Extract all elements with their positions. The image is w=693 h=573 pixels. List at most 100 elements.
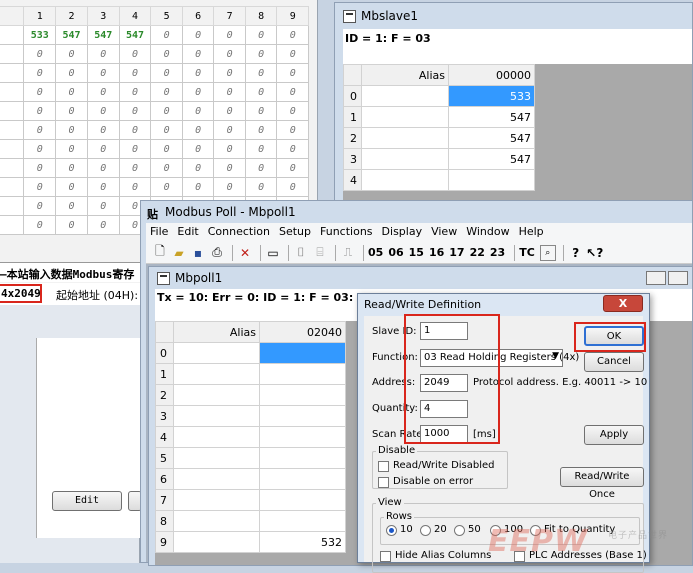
function-16-button[interactable]: 16 (429, 246, 444, 259)
grid-cell[interactable]: 0 (150, 63, 183, 83)
disconnect-icon[interactable]: ⌸ (312, 245, 328, 261)
grid-cell[interactable] (0, 44, 25, 64)
grid-cell[interactable]: 0 (55, 44, 88, 64)
grid-cell[interactable]: 0 (118, 44, 152, 64)
alias-cell[interactable] (173, 510, 260, 532)
grid-cell[interactable]: 0 (150, 120, 183, 140)
grid-cell[interactable]: 0 (86, 139, 120, 159)
grid-cell[interactable]: 547 (86, 25, 120, 45)
alias-cell[interactable] (173, 342, 260, 364)
alias-cell[interactable] (173, 426, 260, 448)
menu-file[interactable]: File (150, 225, 168, 242)
menu-connection[interactable]: Connection (208, 225, 270, 242)
grid-cell[interactable]: 0 (55, 158, 88, 178)
close-button[interactable]: X (603, 295, 643, 312)
grid-cell[interactable]: 0 (23, 139, 57, 159)
value-cell[interactable] (259, 342, 346, 364)
grid-cell[interactable]: 0 (213, 139, 246, 159)
function-17-button[interactable]: 17 (449, 246, 464, 259)
grid-cell[interactable]: 0 (23, 44, 57, 64)
mbpoll1-title-bar[interactable]: Mbpoll1 (149, 267, 692, 289)
grid-cell[interactable]: 0 (118, 120, 152, 140)
grid-cell[interactable]: 0 (55, 177, 88, 197)
grid-cell[interactable] (0, 101, 25, 121)
grid-cell[interactable]: 0 (276, 101, 309, 121)
grid-cell[interactable]: 0 (276, 120, 309, 140)
grid-cell[interactable]: 0 (55, 101, 88, 121)
grid-cell[interactable]: 0 (181, 139, 215, 159)
grid-cell[interactable]: 0 (213, 25, 246, 45)
grid-cell[interactable]: 0 (23, 177, 57, 197)
grid-cell[interactable]: 0 (55, 63, 88, 83)
grid-cell[interactable]: 0 (244, 63, 278, 83)
print-icon[interactable]: ⎙ (209, 245, 225, 261)
grid-cell[interactable]: 0 (86, 158, 120, 178)
grid-cell[interactable]: 0 (118, 101, 152, 121)
grid-cell[interactable]: 0 (55, 120, 88, 140)
function-15-button[interactable]: 15 (409, 246, 424, 259)
context-help-icon[interactable]: ↖? (586, 245, 603, 261)
grid-cell[interactable]: 0 (276, 158, 309, 178)
grid-cell[interactable]: 0 (181, 44, 215, 64)
grid-cell[interactable]: 0 (86, 196, 120, 216)
grid-cell[interactable]: 0 (23, 120, 57, 140)
grid-cell[interactable]: 0 (55, 139, 88, 159)
grid-cell[interactable]: 0 (150, 177, 183, 197)
grid-cell[interactable]: 0 (244, 139, 278, 159)
grid-cell[interactable]: 0 (276, 25, 309, 45)
grid-cell[interactable]: 0 (181, 158, 215, 178)
grid-cell[interactable]: 0 (118, 158, 152, 178)
rows-20-radio[interactable] (420, 525, 431, 536)
mbpoll-title-bar[interactable]: 贴 Modbus Poll - Mbpoll1 (141, 201, 692, 223)
window-icon[interactable]: ▭ (265, 245, 281, 261)
grid-cell[interactable] (0, 120, 25, 140)
grid-cell[interactable]: 0 (150, 139, 183, 159)
grid-cell[interactable]: 0 (181, 82, 215, 102)
grid-cell[interactable]: 0 (23, 82, 57, 102)
grid-cell[interactable]: 0 (86, 215, 120, 235)
edit-button[interactable]: Edit (52, 491, 122, 511)
grid-cell[interactable]: 0 (213, 158, 246, 178)
alias-cell[interactable] (173, 384, 260, 406)
grid-cell[interactable]: 0 (244, 158, 278, 178)
grid-cell[interactable]: 0 (55, 82, 88, 102)
minimize-button[interactable] (646, 271, 666, 285)
menu-view[interactable]: View (431, 225, 457, 242)
grid-cell[interactable]: 0 (150, 158, 183, 178)
grid-cell[interactable]: 0 (213, 44, 246, 64)
read-write-disabled-checkbox[interactable] (378, 461, 389, 472)
value-cell[interactable] (259, 489, 346, 511)
grid-cell[interactable] (0, 158, 25, 178)
alias-cell[interactable] (173, 405, 260, 427)
rows-50-radio[interactable] (454, 525, 465, 536)
grid-cell[interactable]: 0 (86, 44, 120, 64)
grid-cell[interactable] (0, 25, 25, 45)
grid-cell[interactable]: 0 (55, 196, 88, 216)
grid-cell[interactable]: 0 (213, 82, 246, 102)
dialog-title-bar[interactable]: Read/Write Definition X (358, 294, 649, 316)
mbslave-title-bar[interactable]: Mbslave1 (335, 3, 692, 30)
grid-cell[interactable]: 0 (276, 177, 309, 197)
grid-cell[interactable]: 0 (23, 215, 57, 235)
help-icon[interactable]: ? (568, 245, 584, 261)
alias-cell[interactable] (361, 148, 449, 170)
grid-cell[interactable]: 0 (23, 63, 57, 83)
pulse-icon[interactable]: ⎍ (340, 245, 356, 261)
grid-cell[interactable]: 0 (244, 44, 278, 64)
value-cell[interactable] (259, 447, 346, 469)
maximize-button[interactable] (668, 271, 688, 285)
grid-cell[interactable]: 533 (23, 25, 57, 45)
grid-cell[interactable]: 0 (181, 120, 215, 140)
menu-help[interactable]: Help (519, 225, 544, 242)
grid-cell[interactable]: 0 (150, 101, 183, 121)
alias-cell[interactable] (173, 363, 260, 385)
grid-cell[interactable]: 0 (23, 158, 57, 178)
menu-window[interactable]: Window (466, 225, 509, 242)
new-file-icon[interactable]: 🗋 (152, 244, 168, 261)
function-23-button[interactable]: 23 (490, 246, 505, 259)
value-cell[interactable]: 547 (448, 106, 535, 128)
value-cell[interactable]: 547 (448, 127, 535, 149)
function-06-button[interactable]: 06 (388, 246, 403, 259)
grid-cell[interactable]: 0 (118, 82, 152, 102)
value-cell[interactable] (259, 405, 346, 427)
